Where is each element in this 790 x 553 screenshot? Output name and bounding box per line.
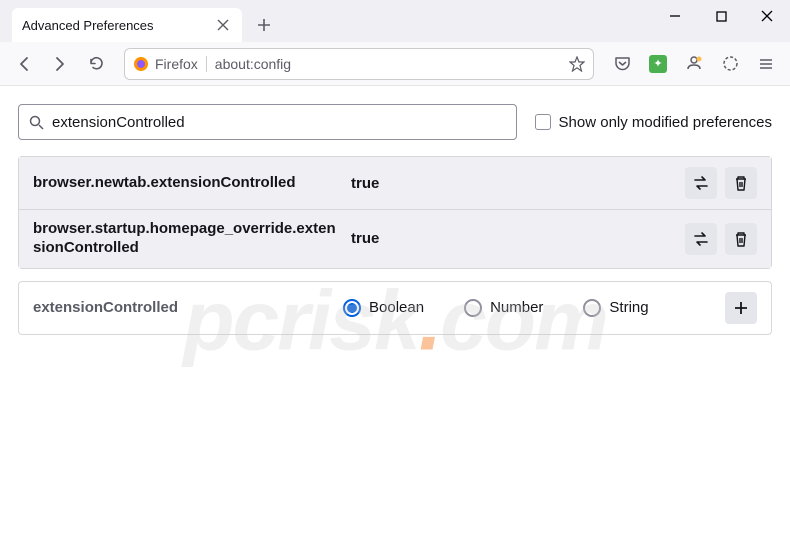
radio-icon <box>464 299 482 317</box>
radio-number[interactable]: Number <box>464 299 543 317</box>
radio-icon <box>583 299 601 317</box>
radio-label: Boolean <box>369 299 424 316</box>
search-value: extensionControlled <box>52 114 185 131</box>
extension-icon[interactable]: ✦ <box>642 48 674 80</box>
new-tab-button[interactable] <box>250 11 278 39</box>
new-preference-row: extensionControlled Boolean Number Strin… <box>18 281 772 335</box>
identity-label: Firefox <box>155 56 198 72</box>
new-preference-name: extensionControlled <box>33 299 343 316</box>
back-button[interactable] <box>8 48 40 80</box>
browser-tab[interactable]: Advanced Preferences <box>12 8 242 42</box>
modified-only-label: Show only modified preferences <box>559 114 772 131</box>
checkbox-icon <box>535 114 551 130</box>
type-radio-group: Boolean Number String <box>343 299 725 317</box>
preference-row[interactable]: browser.startup.homepage_override.extens… <box>19 210 771 268</box>
preferences-list: browser.newtab.extensionControlled true … <box>18 156 772 269</box>
maximize-button[interactable] <box>698 0 744 32</box>
preference-name: browser.newtab.extensionControlled <box>33 174 343 193</box>
delete-button[interactable] <box>725 167 757 199</box>
downloads-icon[interactable] <box>714 48 746 80</box>
firefox-logo-icon <box>133 56 149 72</box>
modified-only-checkbox[interactable]: Show only modified preferences <box>535 114 772 131</box>
urlbar-identity: Firefox <box>133 56 207 72</box>
browser-toolbar: Firefox about:config ✦ <box>0 42 790 86</box>
preference-value: true <box>343 230 685 247</box>
urlbar-text: about:config <box>215 56 561 72</box>
search-row: extensionControlled Show only modified p… <box>18 104 772 140</box>
radio-label: String <box>609 299 648 316</box>
search-icon <box>29 115 44 130</box>
radio-label: Number <box>490 299 543 316</box>
content-area: extensionControlled Show only modified p… <box>0 86 790 353</box>
radio-boolean[interactable]: Boolean <box>343 299 424 317</box>
pocket-icon[interactable] <box>606 48 638 80</box>
radio-string[interactable]: String <box>583 299 648 317</box>
preference-name: browser.startup.homepage_override.extens… <box>33 220 343 258</box>
close-window-button[interactable] <box>744 0 790 32</box>
add-button[interactable] <box>725 292 757 324</box>
tab-title: Advanced Preferences <box>22 18 214 33</box>
delete-button[interactable] <box>725 223 757 255</box>
menu-button[interactable] <box>750 48 782 80</box>
preference-value: true <box>343 175 685 192</box>
minimize-button[interactable] <box>652 0 698 32</box>
forward-button[interactable] <box>44 48 76 80</box>
toggle-button[interactable] <box>685 167 717 199</box>
bookmark-star-icon[interactable] <box>569 56 585 72</box>
toggle-button[interactable] <box>685 223 717 255</box>
reload-button[interactable] <box>80 48 112 80</box>
search-input[interactable]: extensionControlled <box>18 104 517 140</box>
radio-icon <box>343 299 361 317</box>
window-controls <box>652 0 790 32</box>
close-tab-icon[interactable] <box>214 16 232 34</box>
titlebar: Advanced Preferences <box>0 0 790 42</box>
urlbar[interactable]: Firefox about:config <box>124 48 594 80</box>
preference-row[interactable]: browser.newtab.extensionControlled true <box>19 157 771 210</box>
account-icon[interactable] <box>678 48 710 80</box>
